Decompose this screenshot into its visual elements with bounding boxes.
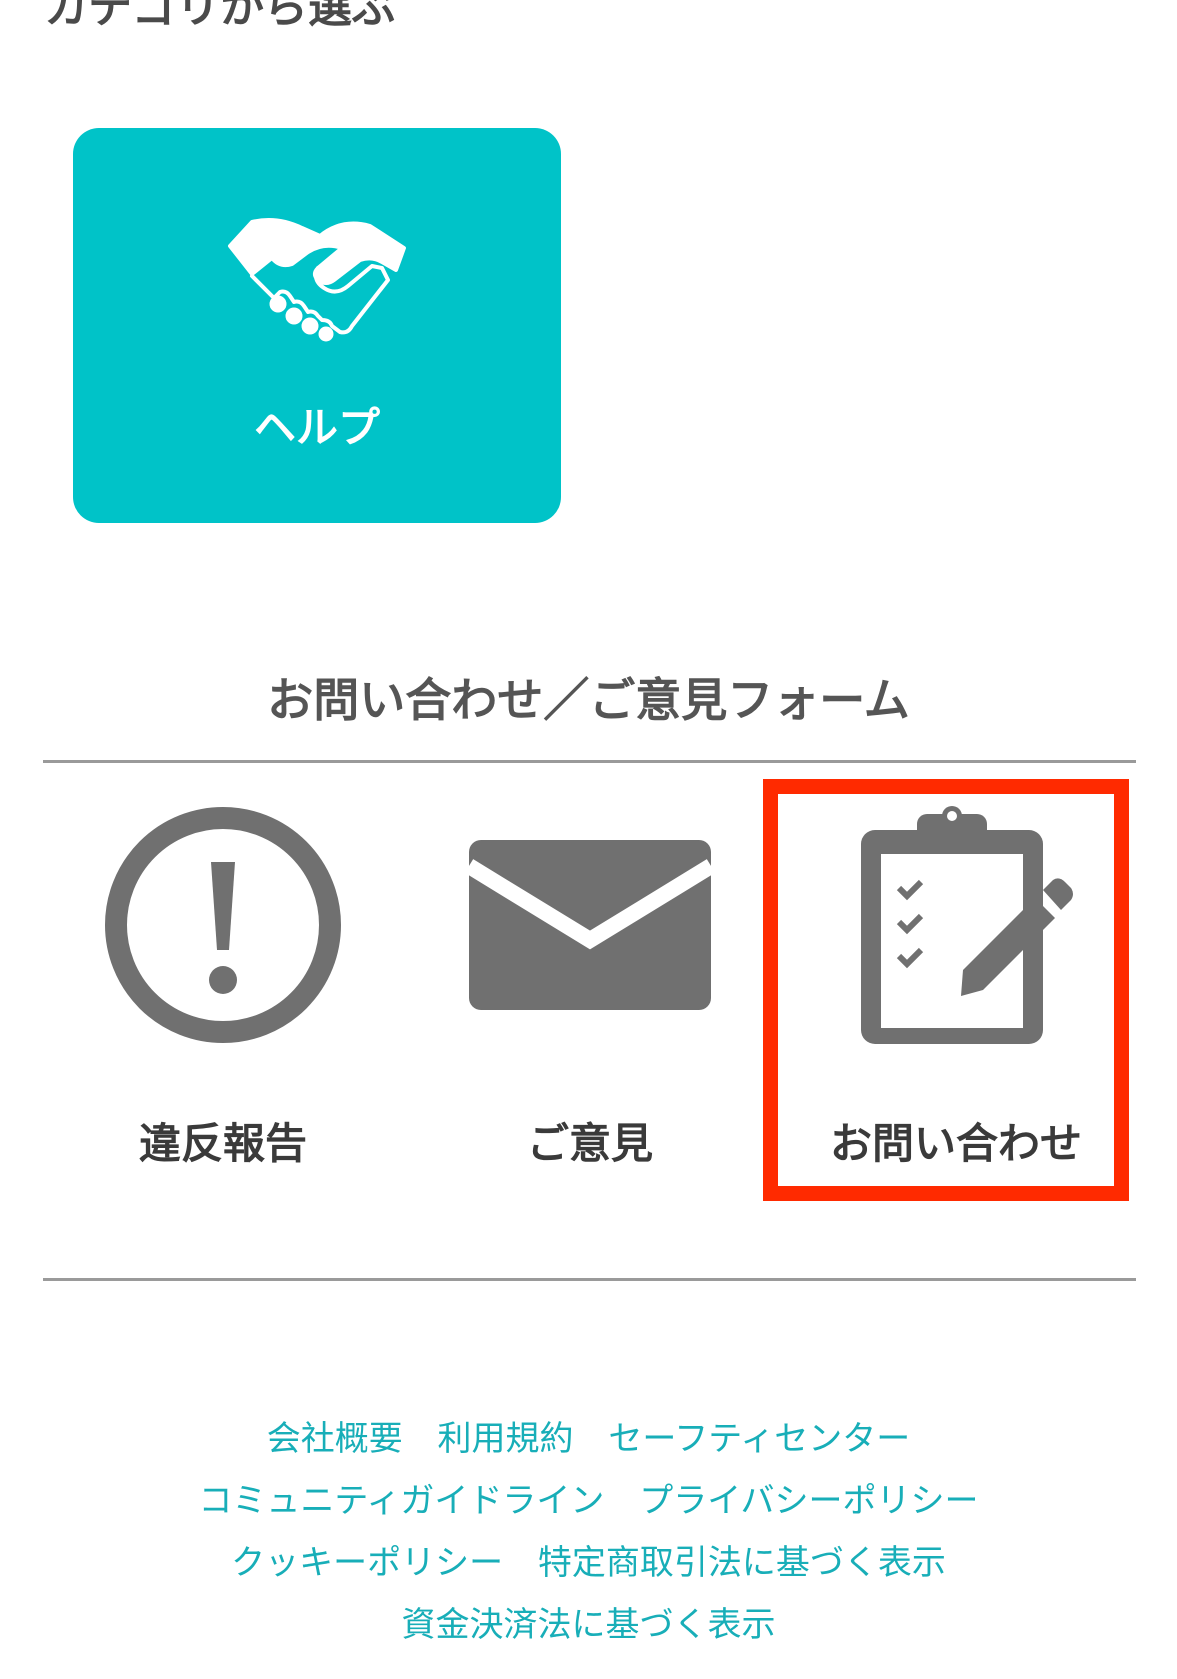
footer-row: 資金決済法に基づく表示 [0, 1594, 1177, 1656]
help-category-card[interactable]: ヘルプ [73, 128, 561, 523]
footer-link-payment-services[interactable]: 資金決済法に基づく表示 [402, 1605, 776, 1645]
footer-links: 会社概要 利用規約 セーフティセンター コミュニティガイドライン プライバシーポ… [0, 1408, 1177, 1656]
exclamation-circle-icon [105, 807, 341, 1043]
feedback-label: ご意見 [526, 1119, 653, 1168]
clipboard-pencil-icon [861, 806, 1073, 1044]
feedback-button[interactable]: ご意見 [410, 800, 770, 1180]
footer-row: クッキーポリシー 特定商取引法に基づく表示 [0, 1532, 1177, 1594]
page: カテゴリから選ぶ ヘルプ お問い合わせ／ご意見フォーム 違反報告 ご意見 お問い… [0, 0, 1177, 1679]
help-card-label: ヘルプ [253, 403, 380, 452]
contact-button[interactable]: お問い合わせ [776, 800, 1136, 1180]
footer-link-commercial-transactions[interactable]: 特定商取引法に基づく表示 [538, 1543, 946, 1583]
footer-link-terms[interactable]: 利用規約 [438, 1419, 574, 1459]
category-heading: カテゴリから選ぶ [44, 0, 396, 33]
footer-link-safety-center[interactable]: セーフティセンター [608, 1419, 910, 1459]
contact-label: お問い合わせ [829, 1119, 1082, 1168]
footer-row: 会社概要 利用規約 セーフティセンター [0, 1408, 1177, 1470]
violation-report-label: 違反報告 [138, 1119, 307, 1168]
footer-link-community-guidelines[interactable]: コミュニティガイドライン [198, 1481, 604, 1521]
footer-link-privacy-policy[interactable]: プライバシーポリシー [639, 1481, 978, 1521]
footer-link-cookie-policy[interactable]: クッキーポリシー [231, 1543, 503, 1583]
envelope-icon [465, 840, 715, 1010]
footer-link-company[interactable]: 会社概要 [267, 1419, 403, 1459]
bottom-divider [43, 1278, 1136, 1281]
forms-heading: お問い合わせ／ご意見フォーム [267, 673, 910, 727]
top-divider [43, 760, 1136, 763]
violation-report-button[interactable]: 違反報告 [43, 800, 403, 1180]
handshake-icon [228, 218, 406, 342]
footer-row: コミュニティガイドライン プライバシーポリシー [0, 1470, 1177, 1532]
